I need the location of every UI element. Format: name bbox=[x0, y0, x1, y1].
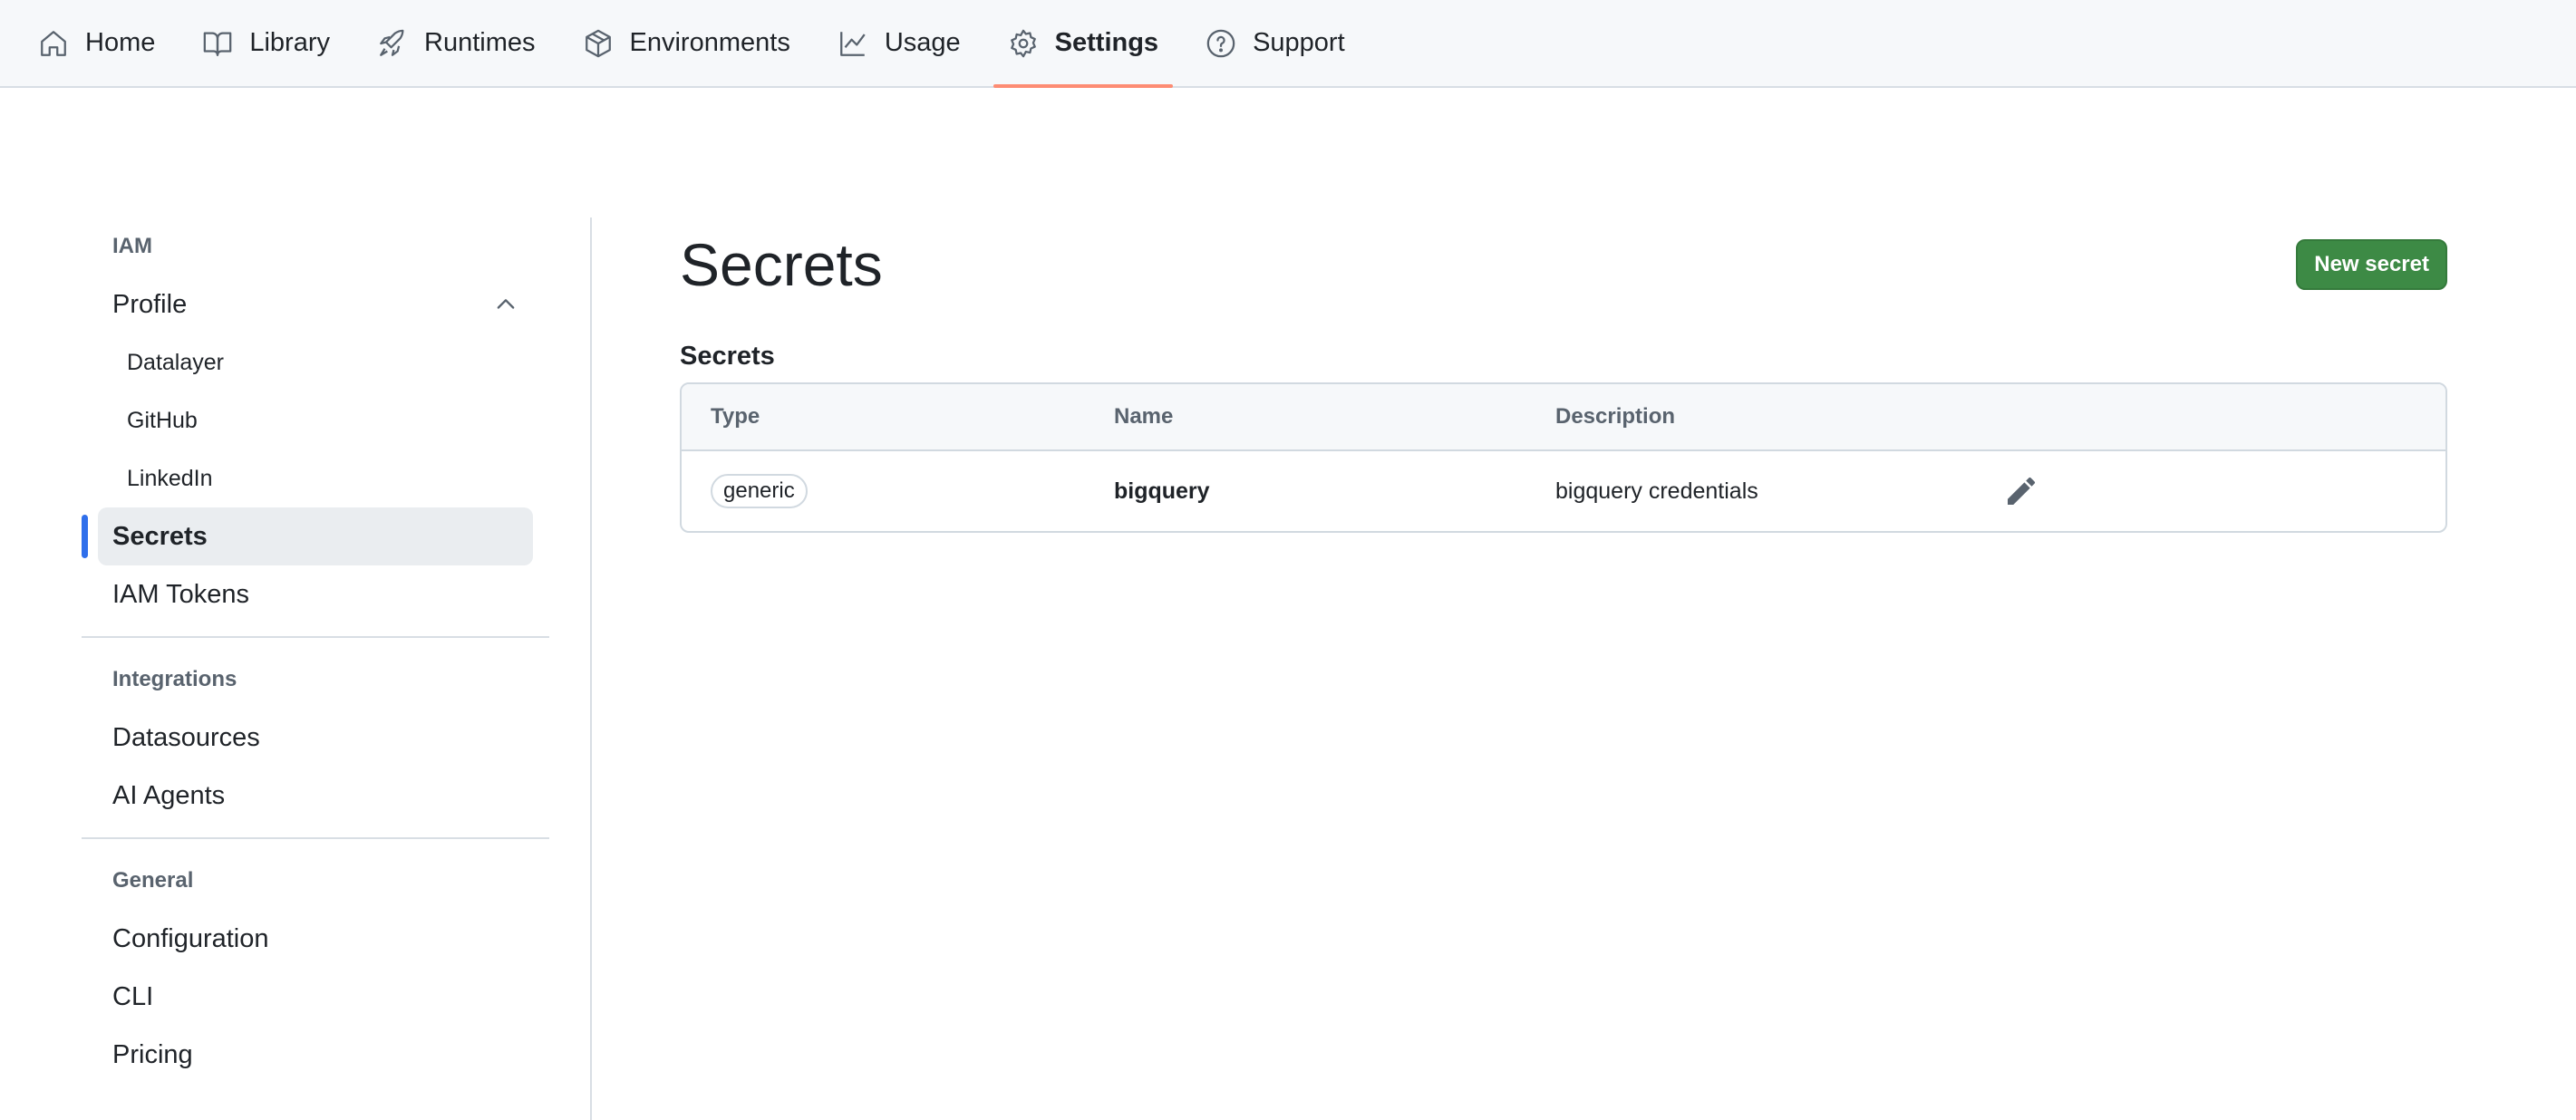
nav-support-label: Support bbox=[1253, 28, 1345, 57]
column-header-name: Name bbox=[1114, 404, 1174, 429]
page-header: Secrets New secret bbox=[680, 219, 2447, 310]
sidebar-item-secrets[interactable]: Secrets bbox=[82, 507, 533, 565]
settings-sidebar: IAM Profile Datalayer GitHub LinkedIn Se… bbox=[82, 217, 549, 1084]
section-heading: Secrets bbox=[680, 341, 775, 371]
nav-usage-label: Usage bbox=[884, 28, 961, 57]
nav-usage[interactable]: Usage bbox=[823, 0, 975, 86]
table-header: Type Name Description bbox=[682, 384, 2445, 451]
rocket-icon bbox=[377, 28, 408, 59]
nav-runtimes-label: Runtimes bbox=[424, 28, 536, 57]
top-nav: Home Library Runtimes Environments Usage… bbox=[0, 0, 2576, 88]
sidebar-item-github[interactable]: GitHub bbox=[98, 391, 533, 449]
sidebar-item-label: Secrets bbox=[112, 521, 208, 551]
nav-home-label: Home bbox=[85, 28, 156, 57]
page-title: Secrets bbox=[680, 231, 883, 298]
nav-library-label: Library bbox=[249, 28, 331, 57]
sidebar-item-pricing[interactable]: Pricing bbox=[98, 1026, 533, 1084]
chevron-up-icon[interactable] bbox=[493, 292, 518, 317]
column-header-type: Type bbox=[711, 404, 760, 429]
home-icon bbox=[38, 28, 69, 59]
nav-settings-label: Settings bbox=[1054, 28, 1159, 57]
sidebar-item-cli[interactable]: CLI bbox=[98, 968, 533, 1026]
new-secret-button[interactable]: New secret bbox=[2296, 239, 2447, 290]
sidebar-item-datalayer[interactable]: Datalayer bbox=[98, 333, 533, 391]
type-cell: generic bbox=[682, 474, 1114, 508]
sidebar-vertical-divider bbox=[590, 217, 592, 1120]
actions-cell bbox=[2003, 473, 2184, 509]
sidebar-item-label: CLI bbox=[112, 981, 154, 1011]
nav-home[interactable]: Home bbox=[24, 0, 169, 86]
section-title-general: General bbox=[112, 868, 194, 893]
section-title-integrations: Integrations bbox=[112, 667, 237, 691]
sidebar-divider bbox=[82, 837, 549, 839]
sidebar-item-label: LinkedIn bbox=[127, 465, 213, 491]
sidebar-item-label: AI Agents bbox=[112, 780, 226, 810]
sidebar-item-label: Datasources bbox=[112, 722, 260, 752]
sidebar-item-ai-agents[interactable]: AI Agents bbox=[98, 767, 533, 825]
nav-support[interactable]: Support bbox=[1191, 0, 1360, 86]
secrets-table: Type Name Description generic bigquery b… bbox=[680, 382, 2447, 533]
package-icon bbox=[583, 28, 614, 59]
question-icon bbox=[1206, 28, 1236, 59]
sidebar-item-profile[interactable]: Profile bbox=[98, 275, 533, 333]
sidebar-item-label: Profile bbox=[112, 289, 188, 319]
sidebar-item-label: Configuration bbox=[112, 923, 269, 953]
pencil-icon[interactable] bbox=[2003, 473, 2039, 509]
nav-settings[interactable]: Settings bbox=[993, 0, 1174, 88]
section-title-iam: IAM bbox=[112, 234, 152, 258]
name-cell: bigquery bbox=[1114, 478, 1210, 504]
sidebar-divider bbox=[82, 636, 549, 638]
sidebar-item-linkedin[interactable]: LinkedIn bbox=[98, 449, 533, 507]
description-cell: bigquery credentials bbox=[1555, 478, 1758, 504]
sidebar-item-configuration[interactable]: Configuration bbox=[98, 910, 533, 968]
sidebar-item-label: IAM Tokens bbox=[112, 579, 249, 609]
type-badge: generic bbox=[711, 474, 808, 508]
sidebar-item-iam-tokens[interactable]: IAM Tokens bbox=[98, 565, 533, 623]
sidebar-item-datasources[interactable]: Datasources bbox=[98, 709, 533, 767]
sidebar-item-label: Pricing bbox=[112, 1039, 193, 1069]
graph-icon bbox=[838, 28, 868, 59]
sidebar-item-label: Datalayer bbox=[127, 349, 224, 375]
sidebar-item-label: GitHub bbox=[127, 407, 198, 433]
column-header-description: Description bbox=[1555, 404, 1676, 429]
nav-library[interactable]: Library bbox=[188, 0, 344, 86]
nav-runtimes[interactable]: Runtimes bbox=[363, 0, 550, 86]
gear-icon bbox=[1008, 28, 1039, 59]
main-content: Secrets New secret Secrets Type Name Des… bbox=[680, 217, 2447, 533]
table-row: generic bigquery bigquery credentials bbox=[682, 451, 2445, 531]
nav-environments[interactable]: Environments bbox=[568, 0, 805, 86]
book-icon bbox=[202, 28, 233, 59]
nav-environments-label: Environments bbox=[629, 28, 790, 57]
